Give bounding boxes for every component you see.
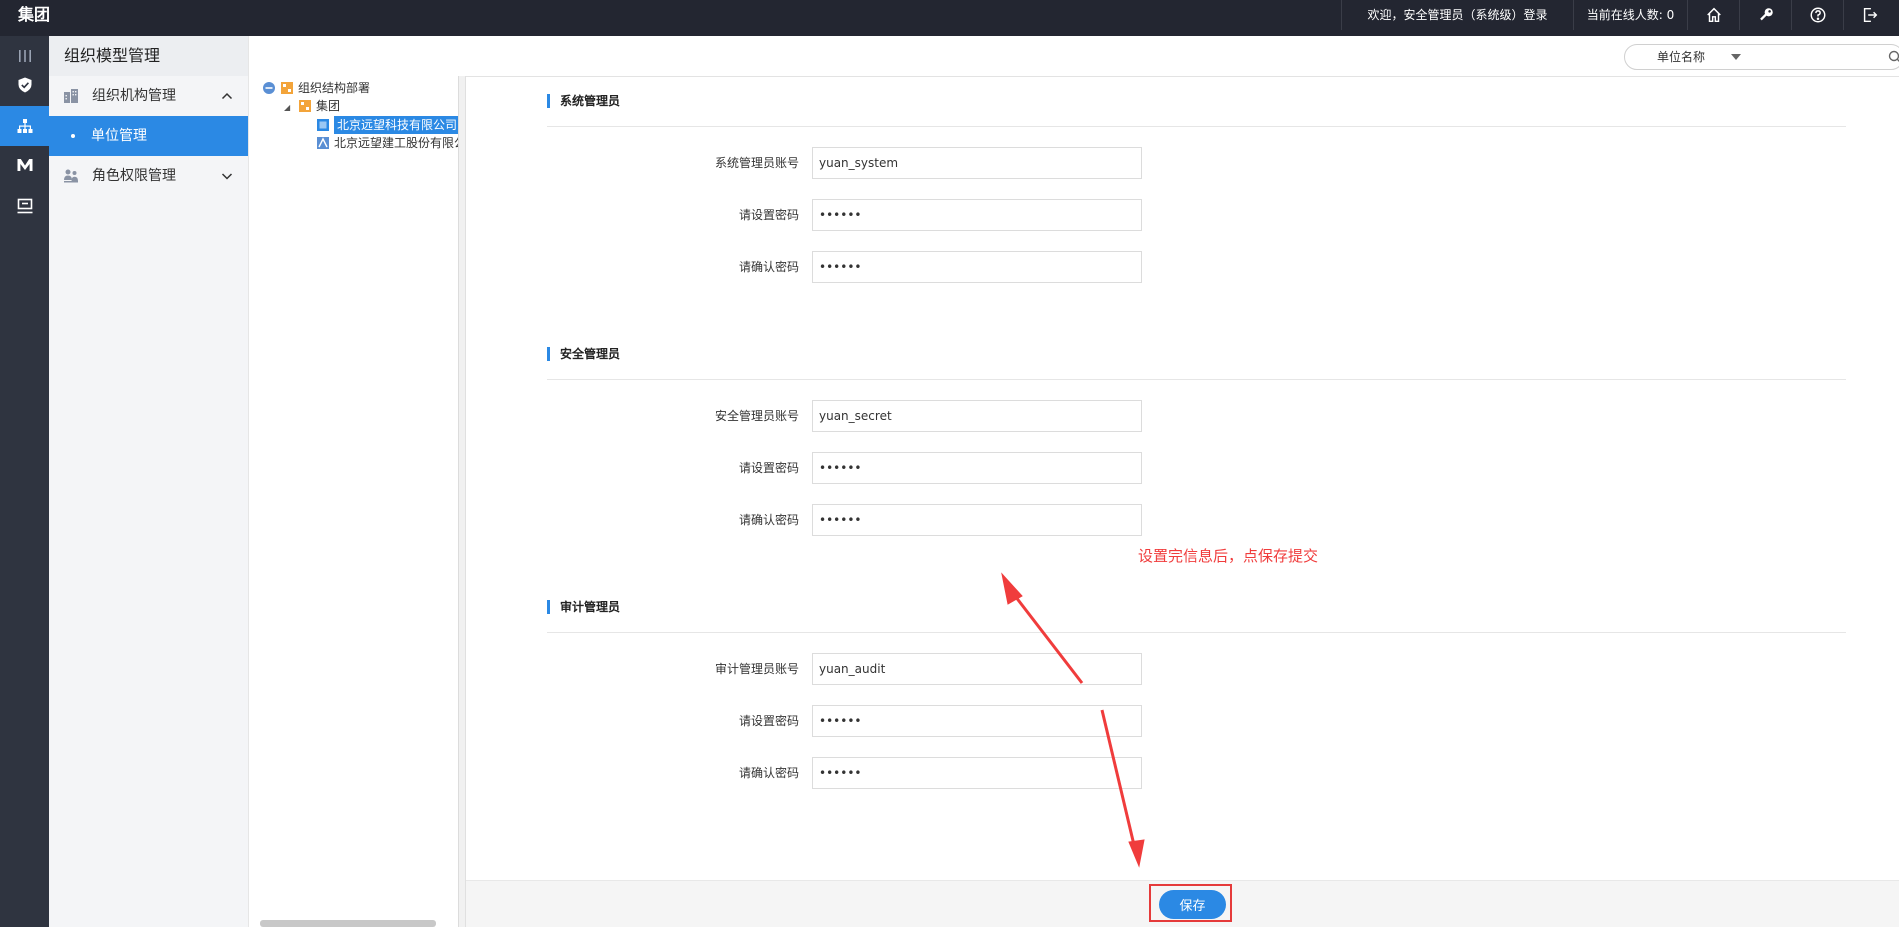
unit-search: 单位名称 — [1624, 44, 1899, 70]
field-label: 审计管理员账号 — [714, 662, 799, 676]
section-title-security: 安全管理员 — [547, 347, 620, 361]
search-input[interactable] — [1755, 47, 1885, 67]
tree-expand-triangle-icon[interactable]: ◢ — [284, 99, 294, 113]
panel-splitter[interactable] — [459, 76, 466, 927]
audit-admin-confirm-input[interactable] — [812, 757, 1142, 789]
search-field-select[interactable]: 单位名称 — [1657, 45, 1705, 69]
side-menu: 组织模型管理 组织机构管理 单位管理 角色权限管理 — [49, 36, 249, 927]
security-admin-account-input[interactable] — [812, 400, 1142, 432]
collapse-icon[interactable] — [262, 81, 276, 95]
tree-node-label: 组织结构部署 — [298, 81, 371, 95]
tree-node-group[interactable]: ◢ 集团 — [284, 97, 340, 115]
tree-node-company-selected[interactable]: 北京远望科技有限公司 — [316, 116, 458, 134]
building-icon — [64, 89, 78, 103]
tree-node-label: 北京远望建工股份有限公 — [334, 136, 459, 150]
field-label: 请设置密码 — [738, 714, 799, 728]
security-admin-password-input[interactable] — [812, 452, 1142, 484]
search-icon[interactable] — [1888, 50, 1899, 64]
section-divider — [547, 632, 1846, 633]
org-tree: 组织结构部署 ◢ 集团 北京远望科技有限公司 北京远望建工股份有限公 — [260, 76, 459, 927]
org-folder-icon — [299, 100, 311, 112]
field-label: 请设置密码 — [738, 208, 799, 222]
audit-admin-account-input[interactable] — [812, 653, 1142, 685]
help-icon[interactable] — [1791, 0, 1843, 30]
audit-admin-password-input[interactable] — [812, 705, 1142, 737]
tree-node-root[interactable]: 组织结构部署 — [262, 79, 370, 97]
field-label: 请确认密码 — [738, 766, 799, 780]
field-label: 请确认密码 — [738, 260, 799, 274]
section-title-audit: 审计管理员 — [547, 600, 620, 614]
welcome-text: 欢迎，安全管理员（系统级）登录 — [1341, 0, 1573, 30]
menu-item-unit-management[interactable]: 单位管理 — [49, 116, 248, 156]
save-button[interactable]: 保存 — [1159, 890, 1226, 919]
tree-node-label: 北京远望科技有限公司 — [334, 116, 458, 134]
icon-rail — [0, 36, 49, 927]
admin-form: 系统管理员 系统管理员账号 请设置密码 请确认密码 安全管理员 安全管理员账号 … — [466, 77, 1899, 880]
chevron-up-icon — [221, 92, 233, 100]
menu-group-org[interactable]: 组织机构管理 — [49, 76, 248, 116]
tree-node-label: 集团 — [316, 99, 341, 113]
section-divider — [547, 126, 1846, 127]
security-admin-confirm-input[interactable] — [812, 504, 1142, 536]
logout-icon[interactable] — [1843, 0, 1895, 30]
m-logo-icon[interactable] — [0, 145, 49, 185]
field-label: 安全管理员账号 — [714, 409, 799, 423]
company-icon — [317, 119, 329, 131]
top-bar: 集团 欢迎，安全管理员（系统级）登录 当前在线人数: 0 — [0, 0, 1899, 36]
shield-icon[interactable] — [0, 65, 49, 105]
org-folder-icon — [281, 82, 293, 94]
brand-title: 集团 — [18, 5, 51, 24]
menu-group-role-label: 角色权限管理 — [92, 168, 176, 184]
tree-node-company[interactable]: 北京远望建工股份有限公 — [316, 134, 459, 152]
field-label: 请设置密码 — [738, 461, 799, 475]
tree-scrollbar[interactable] — [260, 920, 436, 927]
section-title-system: 系统管理员 — [547, 94, 620, 108]
monitor-icon[interactable] — [0, 186, 49, 226]
online-count: 当前在线人数: 0 — [1573, 0, 1687, 30]
home-icon[interactable] — [1687, 0, 1739, 30]
section-divider — [547, 379, 1846, 380]
menu-group-org-label: 组织机构管理 — [92, 88, 176, 104]
org-tree-icon[interactable] — [0, 106, 49, 146]
system-admin-confirm-input[interactable] — [812, 251, 1142, 283]
role-icon — [64, 169, 78, 183]
system-admin-password-input[interactable] — [812, 199, 1142, 231]
field-label: 系统管理员账号 — [714, 156, 799, 170]
key-icon[interactable] — [1739, 0, 1791, 30]
caret-down-icon[interactable] — [1731, 54, 1741, 60]
system-admin-account-input[interactable] — [812, 147, 1142, 179]
annotation-text: 设置完信息后，点保存提交 — [1138, 547, 1319, 565]
chevron-down-icon — [221, 173, 233, 180]
company-icon — [317, 137, 329, 149]
menu-title: 组织模型管理 — [49, 36, 248, 76]
menu-group-role[interactable]: 角色权限管理 — [49, 156, 248, 196]
field-label: 请确认密码 — [738, 513, 799, 527]
